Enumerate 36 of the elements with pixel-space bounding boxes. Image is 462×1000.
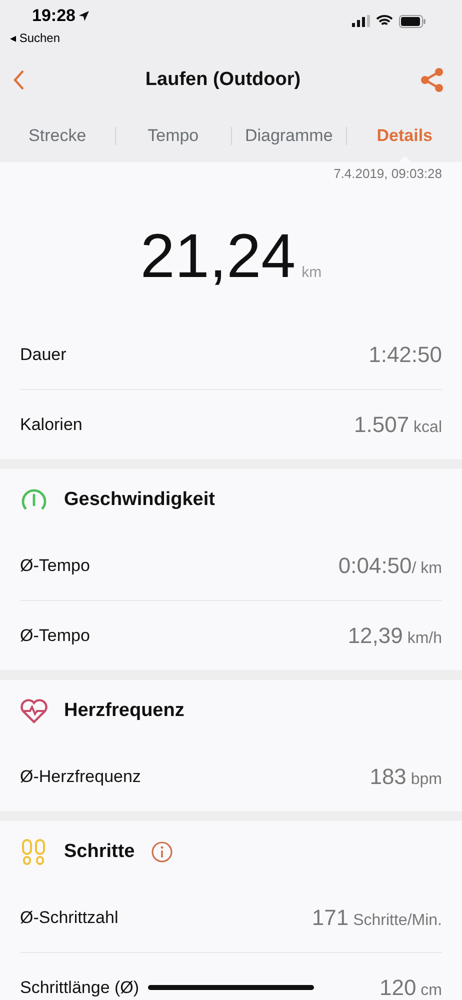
row-label: Ø-Herzfrequenz [20, 766, 141, 786]
row-value: 1:42:50 [368, 342, 442, 368]
row-label: Ø-Tempo [20, 626, 90, 646]
workout-date: 7.4.2019, 09:03:28 [332, 165, 443, 181]
section-title: Geschwindigkeit [64, 489, 215, 511]
row-label: Kalorien [20, 414, 82, 434]
distance-unit: km [302, 264, 322, 281]
tab[interactable]: Details [347, 110, 462, 162]
tab[interactable]: Strecke [0, 110, 115, 162]
status-time: 19:28 [32, 6, 76, 26]
distance-value: 21,24 [140, 221, 296, 292]
back-to-app-link[interactable]: ◂ Suchen [10, 31, 60, 45]
info-icon[interactable] [150, 841, 173, 863]
tab[interactable]: Diagramme [232, 110, 346, 162]
tab[interactable]: Tempo [116, 110, 230, 162]
row-value: 120 cm [380, 974, 442, 1000]
section-title: Schritte [64, 841, 135, 863]
section-title: Herzfrequenz [64, 700, 184, 722]
row-value: 12,39 km/h [348, 622, 442, 648]
share-icon[interactable] [420, 68, 444, 92]
row-label: Ø-Schrittzahl [20, 908, 118, 928]
back-icon[interactable] [12, 69, 26, 91]
battery-icon [399, 14, 426, 28]
signal-icon [352, 15, 370, 27]
footprints-icon [20, 838, 48, 866]
row-value: 171 Schritte/Min. [312, 904, 442, 930]
row-label: Ø-Tempo [20, 556, 90, 576]
heart-rate-icon [20, 698, 48, 724]
screen-title: Laufen (Outdoor) [145, 69, 301, 91]
location-arrow-icon [78, 10, 90, 22]
row-label: Schrittlänge (Ø) [20, 978, 140, 998]
row-label: Dauer [20, 344, 66, 364]
wifi-icon [376, 15, 393, 27]
row-value: 183 bpm [370, 764, 442, 790]
row-value: 1.507 kcal [354, 412, 442, 438]
row-value: 0:04:50/ km [338, 552, 442, 578]
